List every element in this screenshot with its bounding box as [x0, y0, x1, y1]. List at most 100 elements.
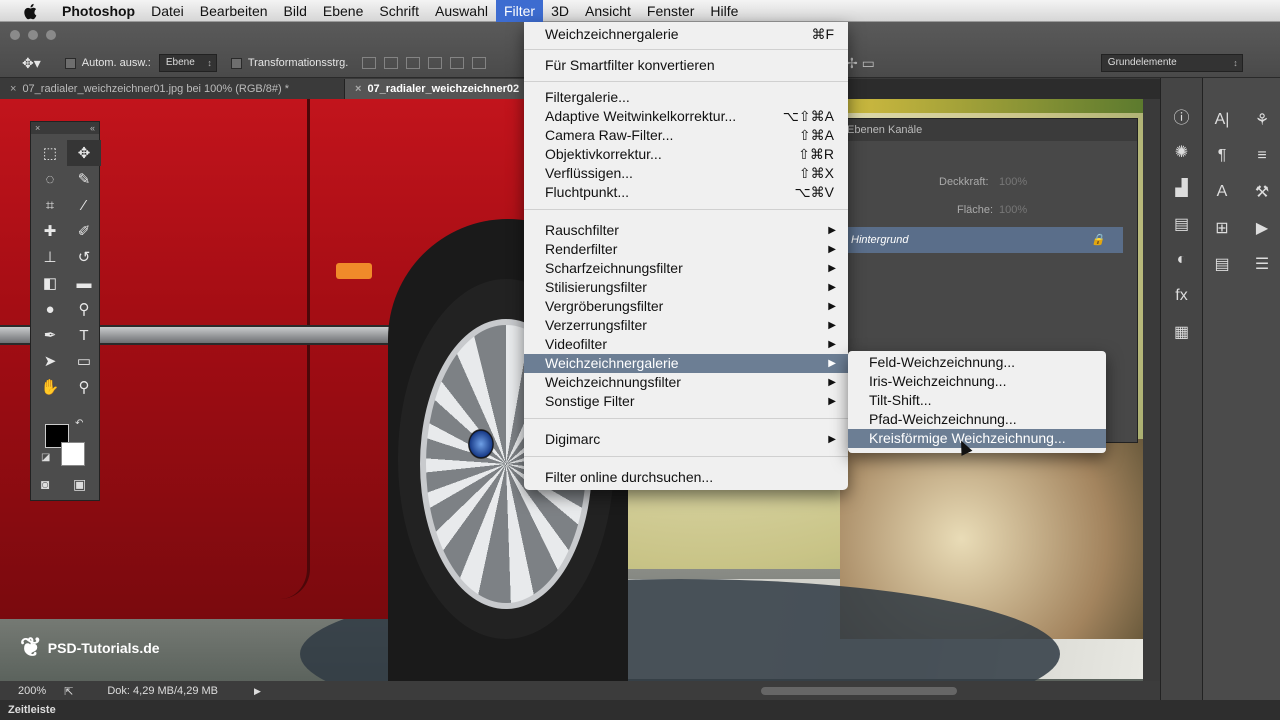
- brush-tool-icon[interactable]: ✐: [67, 218, 101, 244]
- opacity-value[interactable]: 100%: [999, 176, 1027, 188]
- minimize-window-button[interactable]: [28, 30, 38, 40]
- info-icon[interactable]: ⓘ: [1168, 102, 1196, 130]
- actions-icon[interactable]: ▶: [1248, 214, 1276, 242]
- pen-tool-icon[interactable]: ✒: [33, 322, 67, 348]
- character-icon[interactable]: A|: [1208, 106, 1236, 134]
- dodge-tool-icon[interactable]: ⚲: [67, 296, 101, 322]
- fill-value[interactable]: 100%: [999, 204, 1027, 216]
- layers-panel-tabs[interactable]: Ebenen Kanäle: [839, 119, 1137, 141]
- character-styles-icon[interactable]: A: [1208, 178, 1236, 206]
- align-left-icon[interactable]: [428, 57, 443, 69]
- lasso-tool-icon[interactable]: ◌: [33, 166, 67, 192]
- menu-ansicht[interactable]: Ansicht: [577, 0, 639, 22]
- collapse-panel-icon[interactable]: «: [90, 122, 95, 134]
- align-center-icon[interactable]: [450, 57, 465, 69]
- close-panel-icon[interactable]: ×: [35, 122, 40, 134]
- tab-document-1[interactable]: × 07_radialer_weichzeichner01.jpg bei 100…: [0, 79, 345, 99]
- close-tab-icon[interactable]: ×: [355, 83, 361, 95]
- type-tool-icon[interactable]: T: [67, 322, 101, 348]
- export-icon[interactable]: ⇱: [64, 685, 73, 698]
- auto-select-checkbox[interactable]: [64, 57, 76, 69]
- apple-icon[interactable]: [22, 2, 40, 20]
- menu-3d[interactable]: 3D: [543, 0, 577, 22]
- menu-item-digimarc[interactable]: Digimarc ▶: [524, 430, 848, 449]
- quick-mask-icon[interactable]: ◙: [41, 476, 49, 492]
- quick-selection-tool-icon[interactable]: ✎: [67, 166, 101, 192]
- status-menu-arrow-icon[interactable]: ▶: [254, 686, 261, 697]
- history-icon[interactable]: ☰: [1248, 250, 1276, 278]
- rectangle-tool-icon[interactable]: ▭: [67, 348, 101, 374]
- brush-presets-icon[interactable]: ⚘: [1248, 106, 1276, 134]
- align-middle-icon[interactable]: [384, 57, 399, 69]
- transform-controls-checkbox[interactable]: [230, 57, 242, 69]
- paragraph-icon[interactable]: ¶: [1208, 142, 1236, 170]
- clone-stamp-tool-icon[interactable]: ⊥: [33, 244, 67, 270]
- menu-item-verfluessigen[interactable]: Verflüssigen... ⇧⌘X: [524, 164, 848, 183]
- menu-item-scharfzeichnungsfilter[interactable]: Scharfzeichnungsfilter ▶: [524, 259, 848, 278]
- align-bottom-icon[interactable]: [406, 57, 421, 69]
- submenu-item-feld[interactable]: Feld-Weichzeichnung...: [848, 353, 1106, 372]
- menu-item-weichzeichnergalerie[interactable]: Weichzeichnergalerie ▶: [524, 354, 848, 373]
- auto-select-dropdown[interactable]: Ebene: [158, 54, 217, 72]
- menu-item-videofilter[interactable]: Videofilter ▶: [524, 335, 848, 354]
- menu-item-weichzeichnungsfilter[interactable]: Weichzeichnungsfilter ▶: [524, 373, 848, 392]
- navigator-icon[interactable]: ✺: [1168, 138, 1196, 166]
- notes-icon[interactable]: ▤: [1208, 250, 1236, 278]
- menu-item-sonstige-filter[interactable]: Sonstige Filter ▶: [524, 392, 848, 411]
- screen-mode-icon[interactable]: ▣: [73, 476, 86, 493]
- submenu-item-tilt-shift[interactable]: Tilt-Shift...: [848, 391, 1106, 410]
- tab-document-2[interactable]: × 07_radialer_weichzeichner02: [345, 79, 525, 99]
- menu-item-stilisierungsfilter[interactable]: Stilisierungsfilter ▶: [524, 278, 848, 297]
- adjustments-icon[interactable]: ◐: [1168, 246, 1196, 274]
- layer-row-background[interactable]: Hintergrund 🔒: [847, 227, 1123, 253]
- menu-schrift[interactable]: Schrift: [371, 0, 427, 22]
- histogram-icon[interactable]: ▟: [1168, 174, 1196, 202]
- swatches-icon[interactable]: ▦: [1168, 318, 1196, 346]
- menu-hilfe[interactable]: Hilfe: [702, 0, 746, 22]
- path-selection-tool-icon[interactable]: ➤: [33, 348, 67, 374]
- brush-settings-icon[interactable]: ≡: [1248, 142, 1276, 170]
- menu-bearbeiten[interactable]: Bearbeiten: [192, 0, 276, 22]
- close-window-button[interactable]: [10, 30, 20, 40]
- menu-item-rauschfilter[interactable]: Rauschfilter ▶: [524, 221, 848, 240]
- align-top-icon[interactable]: [362, 57, 377, 69]
- menu-item-filter-online[interactable]: Filter online durchsuchen...: [524, 468, 848, 487]
- menu-item-weichzeichnergalerie-last[interactable]: Weichzeichnergalerie ⌘F: [524, 25, 848, 44]
- menu-item-filtergalerie[interactable]: Filtergalerie...: [524, 88, 848, 107]
- menu-item-smartfilter[interactable]: Für Smartfilter konvertieren: [524, 56, 848, 75]
- menu-item-vergroeberungsfilter[interactable]: Vergröberungsfilter ▶: [524, 297, 848, 316]
- menu-item-fluchtpunkt[interactable]: Fluchtpunkt... ⌥⌘V: [524, 183, 848, 202]
- blur-tool-icon[interactable]: ●: [33, 296, 67, 322]
- history-brush-tool-icon[interactable]: ↺: [67, 244, 101, 270]
- menu-auswahl[interactable]: Auswahl: [427, 0, 496, 22]
- submenu-item-pfad[interactable]: Pfad-Weichzeichnung...: [848, 410, 1106, 429]
- swap-colors-icon[interactable]: ↶: [75, 418, 83, 429]
- zoom-level[interactable]: 200%: [18, 685, 46, 697]
- workspace-dropdown[interactable]: Grundelemente: [1100, 54, 1243, 72]
- eraser-tool-icon[interactable]: ◧: [33, 270, 67, 296]
- menu-item-objektivkorrektur[interactable]: Objektivkorrektur... ⇧⌘R: [524, 145, 848, 164]
- properties-icon[interactable]: ▤: [1168, 210, 1196, 238]
- align-right-icon[interactable]: [472, 57, 487, 69]
- menu-bild[interactable]: Bild: [276, 0, 315, 22]
- eyedropper-tool-icon[interactable]: ⁄: [67, 192, 101, 218]
- menu-datei[interactable]: Datei: [143, 0, 192, 22]
- zoom-window-button[interactable]: [46, 30, 56, 40]
- menu-item-renderfilter[interactable]: Renderfilter ▶: [524, 240, 848, 259]
- hand-tool-icon[interactable]: ✋: [33, 374, 67, 400]
- menu-item-adaptive-weitwinkel[interactable]: Adaptive Weitwinkelkorrektur... ⌥⇧⌘A: [524, 107, 848, 126]
- marquee-tool-icon[interactable]: ⬚: [33, 140, 67, 166]
- tool-presets-icon[interactable]: ⚒: [1248, 178, 1276, 206]
- menu-photoshop[interactable]: Photoshop: [54, 0, 143, 22]
- background-color-swatch[interactable]: [61, 442, 85, 466]
- close-tab-icon[interactable]: ×: [10, 83, 16, 95]
- move-tool-icon[interactable]: ✥: [67, 140, 101, 166]
- gradient-tool-icon[interactable]: ▬: [67, 270, 101, 296]
- default-colors-icon[interactable]: ◪: [41, 452, 50, 463]
- menu-fenster[interactable]: Fenster: [639, 0, 702, 22]
- menu-item-verzerrungsfilter[interactable]: Verzerrungsfilter ▶: [524, 316, 848, 335]
- crop-tool-icon[interactable]: ⌗: [33, 192, 67, 218]
- menu-item-camera-raw[interactable]: Camera Raw-Filter... ⇧⌘A: [524, 126, 848, 145]
- clone-source-icon[interactable]: ⊞: [1208, 214, 1236, 242]
- submenu-item-kreisfoermig[interactable]: Kreisförmige Weichzeichnung...: [848, 429, 1106, 448]
